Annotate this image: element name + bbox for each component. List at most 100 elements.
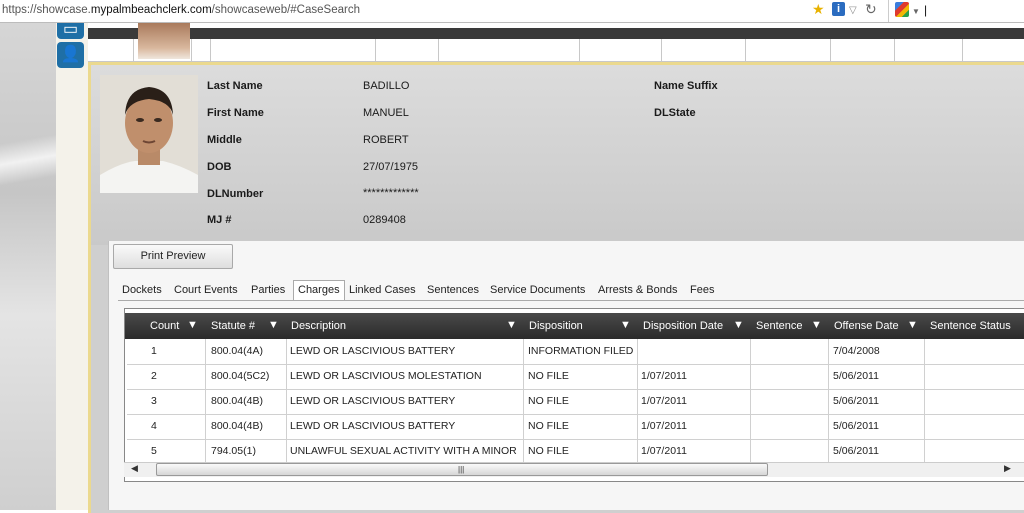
charges-grid: Count ▼ Statute # ▼ Description ▼ Dispos… [124,308,1024,482]
cell-disposition: NO FILE [528,370,569,382]
filter-icon[interactable]: ▼ [620,319,631,331]
col-description-header[interactable]: Description [291,313,346,339]
cell-offense-date: 5/06/2011 [833,445,879,457]
cell-disposition: NO FILE [528,395,569,407]
table-row[interactable]: 1 800.04(4A) LEWD OR LASCIVIOUS BATTERY … [127,339,1024,365]
filter-icon[interactable]: ▼ [811,319,822,331]
sidebar-person-button[interactable]: 👤 [57,42,84,68]
sidebar-doc-button[interactable]: ▭ [57,21,84,39]
cell-offense-date: 7/04/2008 [833,345,880,357]
filter-icon[interactable]: ▼ [268,319,279,331]
document-icon: ▭ [62,21,79,38]
tab-bar-border [118,300,1024,301]
cell-offense-date: 5/06/2011 [833,395,879,407]
row-photo-thumbnail[interactable] [138,23,190,59]
first-name-value: MANUEL [363,107,409,119]
grid-col-divider [661,39,662,61]
name-suffix-label: Name Suffix [654,80,718,92]
col-disposition-date-header[interactable]: Disposition Date [643,313,723,339]
last-name-value: BADILLO [363,80,410,92]
search-input-caret[interactable]: | [924,2,927,18]
cell-disposition-date: 1/07/2011 [641,445,687,457]
cell-statute: 800.04(4B) [211,395,263,407]
tab-service-documents[interactable]: Service Documents [486,281,589,300]
tab-sentences[interactable]: Sentences [423,281,483,300]
case-results-grid-header [88,28,1024,39]
scrollbar-grip-icon: ||| [458,465,465,474]
url-domain: mypalmbeachclerk.com [90,4,212,16]
grid-col-divider [830,39,831,61]
filter-icon[interactable]: ▼ [907,319,918,331]
table-row[interactable]: 2 800.04(5C2) LEWD OR LASCIVIOUS MOLESTA… [127,364,1024,390]
middle-name-label: Middle [207,134,242,146]
cell-count: 2 [151,370,157,382]
mj-number-label: MJ # [207,214,232,226]
grid-col-divider [191,39,192,61]
col-count-header[interactable]: Count [150,313,179,339]
table-row[interactable]: 4 800.04(4B) LEWD OR LASCIVIOUS BATTERY … [127,414,1024,440]
cell-disposition-date: 1/07/2011 [641,370,687,382]
col-offense-date-header[interactable]: Offense Date [834,313,899,339]
filter-icon[interactable]: ▼ [187,319,198,331]
cell-offense-date: 5/06/2011 [833,420,879,432]
grid-col-divider [375,39,376,61]
dob-label: DOB [207,161,232,173]
cell-description: LEWD OR LASCIVIOUS MOLESTATION [290,370,482,382]
cell-description: LEWD OR LASCIVIOUS BATTERY [290,345,456,357]
grid-col-divider [745,39,746,61]
filter-icon[interactable]: ▼ [733,319,744,331]
first-name-label: First Name [207,107,264,119]
google-search-icon[interactable] [895,2,909,17]
scroll-right-icon[interactable]: ▶ [1004,463,1011,474]
grid-col-divider [210,39,211,61]
cell-count: 4 [151,420,157,432]
reload-icon[interactable]: ↻ [865,1,877,17]
table-row[interactable]: 3 800.04(4B) LEWD OR LASCIVIOUS BATTERY … [127,389,1024,415]
search-engine-dropdown-icon[interactable]: ▼ [912,4,920,20]
tab-court-events[interactable]: Court Events [170,281,242,300]
toolbar-separator [888,0,889,22]
grid-col-divider [962,39,963,61]
cell-disposition: NO FILE [528,445,569,457]
cell-disposition-date: 1/07/2011 [641,395,687,407]
scroll-left-icon[interactable]: ◀ [131,463,138,474]
tab-fees[interactable]: Fees [686,281,718,300]
case-results-grid [88,23,1024,62]
col-sentence-header[interactable]: Sentence [756,313,802,339]
col-disposition-header[interactable]: Disposition [529,313,583,339]
dob-value: 27/07/1975 [363,161,419,173]
col-sentence-status-header[interactable]: Sentence Status [930,313,1011,339]
url-prefix: https://showcase. [2,4,91,16]
url-field[interactable]: https://showcase.mypalmbeachclerk.com/sh… [2,4,360,16]
person-icon: 👤 [60,46,81,63]
grid-col-divider [894,39,895,61]
dl-number-label: DLNumber [207,188,264,200]
mj-number-value: 0289408 [363,214,406,226]
cell-description: LEWD OR LASCIVIOUS BATTERY [290,420,456,432]
tab-charges[interactable]: Charges [293,280,345,301]
cell-count: 1 [151,345,157,357]
cell-disposition: INFORMATION FILED [528,345,634,357]
dl-number-value: ************* [363,187,419,199]
cell-count: 5 [151,445,157,457]
cell-statute: 800.04(4A) [211,345,263,357]
col-statute-header[interactable]: Statute # [211,313,255,339]
bookmark-star-icon[interactable]: ★ [812,1,825,17]
charges-grid-header: Count ▼ Statute # ▼ Description ▼ Dispos… [125,313,1024,339]
print-preview-button[interactable]: Print Preview [113,244,233,269]
filter-icon[interactable]: ▼ [506,319,517,331]
grid-col-divider [579,39,580,61]
cell-offense-date: 5/06/2011 [833,370,879,382]
cell-statute: 800.04(5C2) [211,370,270,382]
info-icon[interactable]: i [832,2,845,16]
tab-arrests-bonds[interactable]: Arrests & Bonds [594,281,681,300]
tab-dockets[interactable]: Dockets [118,281,166,300]
tab-parties[interactable]: Parties [247,281,289,300]
grid-col-divider [133,39,134,61]
tab-linked-cases[interactable]: Linked Cases [345,281,420,300]
dl-state-label: DLState [654,107,696,119]
cell-description: UNLAWFUL SEXUAL ACTIVITY WITH A MINOR [290,445,517,457]
side-strip [56,23,89,510]
dropdown-icon[interactable]: ▽ [849,3,857,19]
cell-statute: 794.05(1) [211,445,256,457]
